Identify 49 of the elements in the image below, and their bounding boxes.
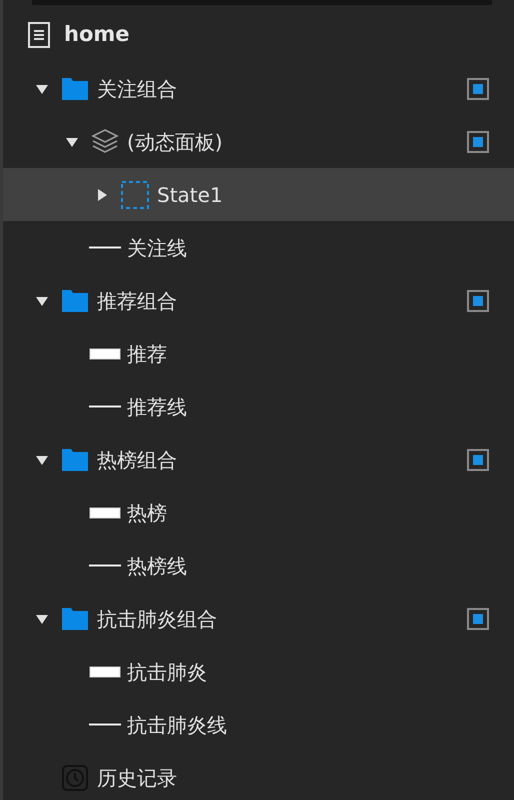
visibility-toggle[interactable] [467,448,489,470]
page-icon [28,22,50,48]
visibility-toggle[interactable] [467,78,489,100]
layer-name: 抗击肺炎组合 [97,606,217,632]
layer-name: 关注线 [127,234,187,262]
folder-icon [62,448,88,470]
layer-row[interactable]: 关注线 [3,221,514,274]
rectangle-icon [89,506,121,518]
expand-arrow-icon[interactable] [95,188,109,202]
layer-row[interactable]: 抗击肺炎组合 [3,592,514,645]
layer-name: (动态面板) [127,128,223,156]
layer-row[interactable]: 关注组合 [3,62,514,115]
layer-row[interactable]: 热榜线 [3,539,514,592]
layer-row[interactable]: State1 [3,168,514,221]
layer-name: 抗击肺炎 [127,658,207,686]
layer-row[interactable]: 历史记录 [3,751,514,800]
layer-row[interactable]: 抗击肺炎 [3,645,514,698]
dashed-square-icon [121,180,149,208]
line-icon [89,723,121,726]
layer-name: 推荐 [127,340,167,368]
layer-name: 热榜组合 [97,446,177,474]
visibility-toggle[interactable] [467,608,489,630]
layer-name: 关注组合 [97,76,177,102]
layer-name: 热榜 [127,500,167,526]
layer-row[interactable]: 抗击肺炎线 [3,698,514,751]
folder-icon [62,78,88,100]
layer-name: State1 [157,182,223,208]
folder-icon [62,290,88,312]
layer-name: 历史记录 [97,764,177,792]
line-icon [89,246,121,249]
layer-name: 热榜线 [127,552,187,580]
layer-row[interactable]: 推荐线 [3,380,514,433]
layer-row[interactable]: (动态面板) [3,115,514,168]
line-icon [89,564,121,567]
layer-name: 推荐组合 [97,288,177,314]
page-title: home [64,21,130,48]
layer-row[interactable]: 推荐组合 [3,274,514,327]
layer-row[interactable]: 热榜组合 [3,433,514,486]
visibility-toggle[interactable] [467,290,489,312]
layer-row[interactable]: 推荐 [3,327,514,380]
layer-name: 推荐线 [127,394,187,420]
layer-name: 抗击肺炎线 [127,712,227,738]
layer-row[interactable]: 热榜 [3,486,514,539]
rectangle-icon [89,348,121,360]
layers-icon [91,128,119,156]
rectangle-icon [89,666,121,678]
visibility-toggle[interactable] [467,130,489,152]
folder-icon [62,608,88,630]
line-icon [89,405,121,408]
